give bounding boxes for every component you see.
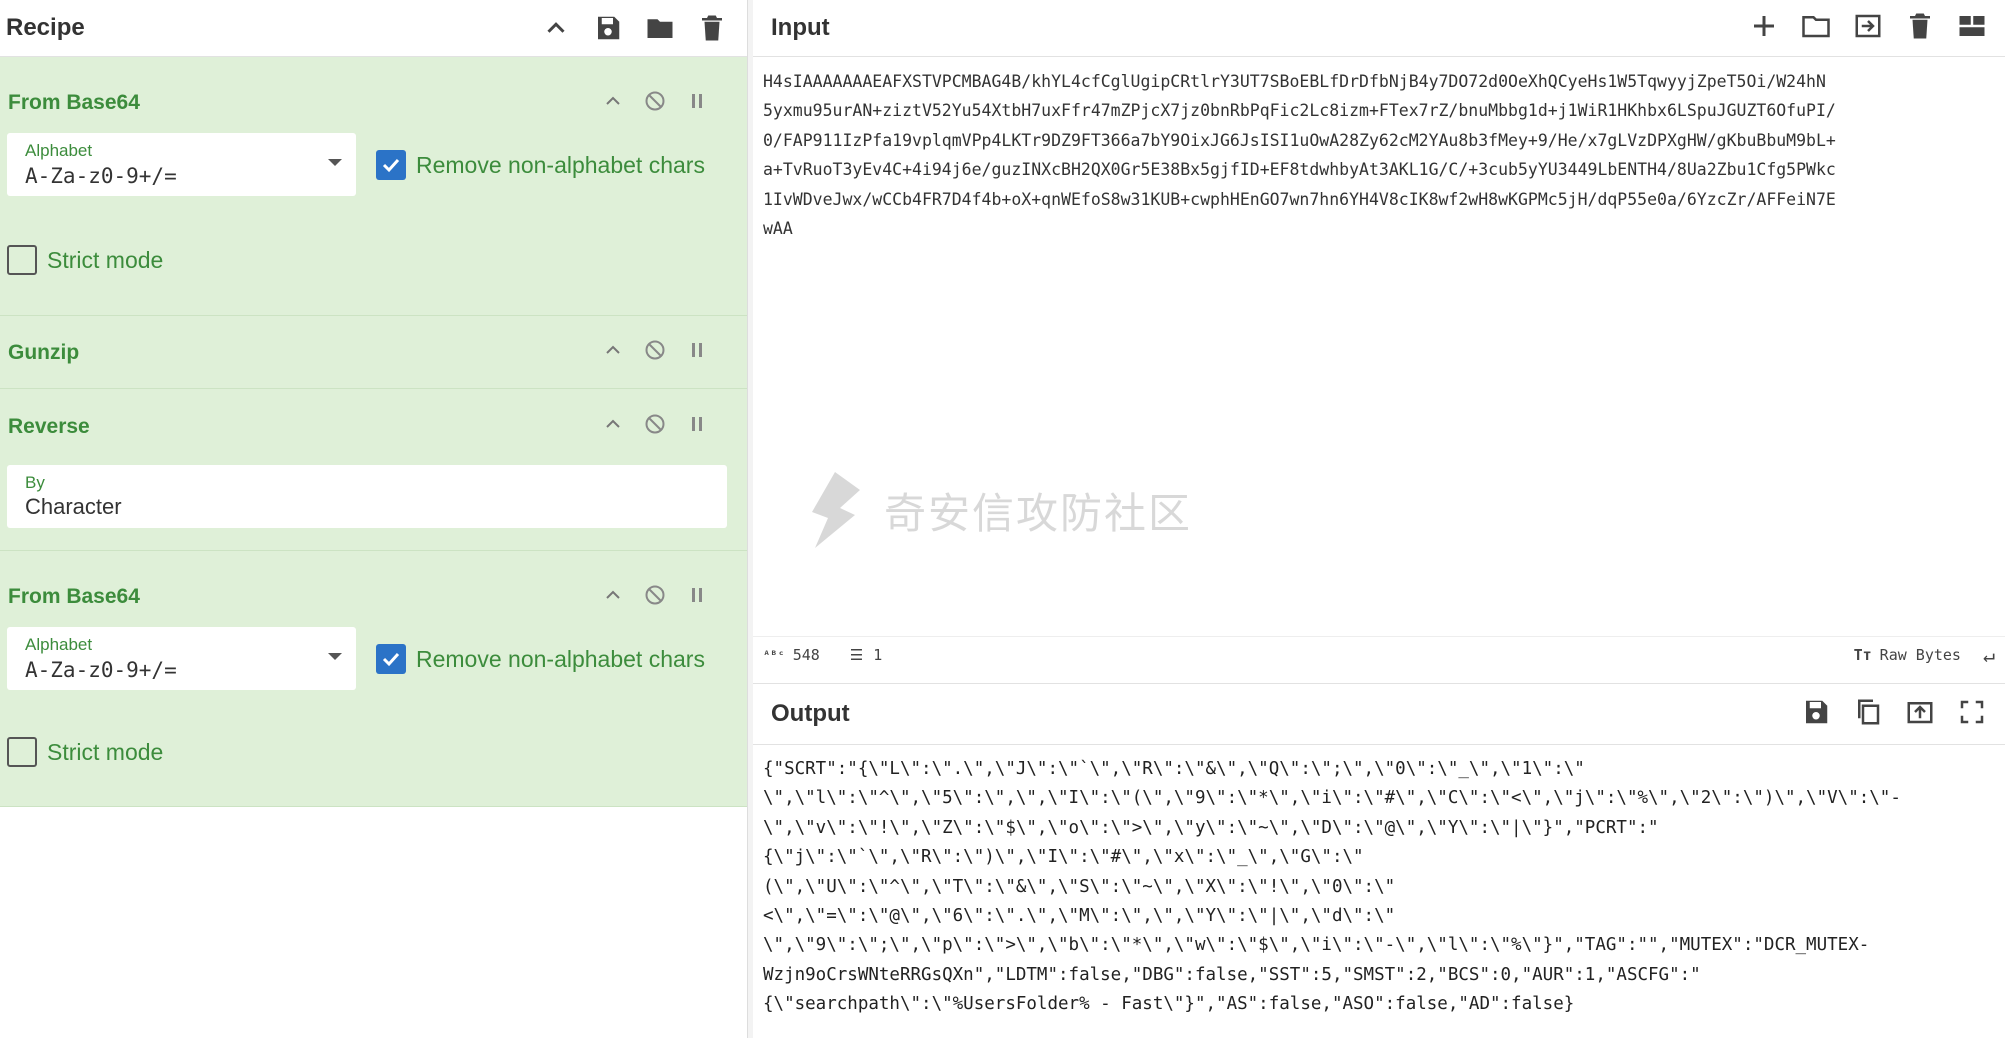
- replace-input-icon[interactable]: [1905, 697, 1935, 732]
- by-value: Character: [25, 494, 122, 519]
- alphabet-value: A-Za-z0-9+/=: [25, 164, 177, 188]
- text-encoding-icon[interactable]: Tт: [1854, 646, 1872, 664]
- maximise-output-icon[interactable]: [1957, 697, 1987, 732]
- remove-non-alphabet-label: Remove non-alphabet chars: [416, 151, 705, 178]
- lines-icon: ☰: [849, 645, 864, 664]
- output-title: Output: [771, 700, 850, 727]
- input-textarea[interactable]: H4sIAAAAAAAEAFXSTVPCMBAG4B/khYL4cfCglUgi…: [753, 57, 2005, 635]
- checkbox-checked-icon[interactable]: [376, 644, 406, 674]
- chevron-down-icon: [328, 159, 342, 166]
- end-of-line-icon[interactable]: ↵: [1983, 643, 1995, 667]
- by-label: By: [25, 473, 45, 492]
- clear-input-trash-icon[interactable]: [1905, 11, 1935, 46]
- operation-reverse[interactable]: Reverse By Character: [0, 389, 747, 551]
- line-count: 1: [873, 645, 883, 664]
- add-input-plus-icon[interactable]: [1749, 11, 1779, 46]
- pause-icon[interactable]: [685, 89, 709, 118]
- open-folder-icon[interactable]: [1801, 11, 1831, 46]
- strict-mode-toggle[interactable]: Strict mode: [7, 737, 163, 767]
- abc-icon: ᴬᴮᶜ: [763, 647, 785, 662]
- strict-mode-label: Strict mode: [47, 738, 164, 765]
- checkbox-unchecked-icon[interactable]: [7, 245, 37, 275]
- output-header: Output: [753, 683, 2005, 745]
- disable-icon[interactable]: [643, 583, 667, 612]
- pause-icon[interactable]: [685, 412, 709, 441]
- alphabet-select[interactable]: Alphabet A-Za-z0-9+/=: [7, 627, 356, 690]
- save-recipe-icon[interactable]: [593, 13, 623, 43]
- operation-from-base64-2[interactable]: From Base64 Alphabet A-Za-z0-9+/= Remove…: [0, 551, 747, 807]
- operation-from-base64-1[interactable]: From Base64 Alphabet A-Za-z0-9+/= Remove…: [0, 57, 747, 316]
- remove-non-alphabet-toggle[interactable]: Remove non-alphabet chars: [376, 644, 705, 674]
- operation-name: From Base64: [8, 91, 140, 114]
- disable-icon[interactable]: [643, 338, 667, 367]
- open-file-icon[interactable]: [1853, 11, 1883, 46]
- operation-name: From Base64: [8, 585, 140, 608]
- pause-icon[interactable]: [685, 338, 709, 367]
- chevron-up-icon[interactable]: [601, 583, 625, 612]
- input-title: Input: [771, 14, 830, 41]
- alphabet-value: A-Za-z0-9+/=: [25, 658, 177, 682]
- recipe-panel: Recipe From Base64 Alphabet A-Za-z0-9+/=…: [0, 0, 748, 1038]
- strict-mode-toggle[interactable]: Strict mode: [7, 245, 163, 275]
- alphabet-label: Alphabet: [25, 141, 93, 160]
- output-textarea[interactable]: {"SCRT":"{\"L\":\".\",\"J\":\"`\",\"R\":…: [753, 755, 2005, 1038]
- chevron-up-icon[interactable]: [601, 338, 625, 367]
- strict-mode-label: Strict mode: [47, 246, 164, 273]
- by-select[interactable]: By Character: [7, 465, 727, 528]
- disable-icon[interactable]: [643, 412, 667, 441]
- load-recipe-folder-icon[interactable]: [645, 13, 675, 43]
- raw-bytes-label[interactable]: Raw Bytes: [1880, 646, 1961, 664]
- alphabet-label: Alphabet: [25, 635, 93, 654]
- chevron-up-icon[interactable]: [601, 412, 625, 441]
- clear-recipe-trash-icon[interactable]: [697, 13, 727, 43]
- operation-name: Gunzip: [8, 340, 80, 364]
- checkbox-unchecked-icon[interactable]: [7, 737, 37, 767]
- save-output-icon[interactable]: [1801, 697, 1831, 732]
- alphabet-select[interactable]: Alphabet A-Za-z0-9+/=: [7, 133, 356, 196]
- input-status-bar: ᴬᴮᶜ 548 ☰ 1 Tт Raw Bytes ↵: [753, 636, 2005, 672]
- recipe-header: Recipe: [0, 0, 747, 57]
- remove-non-alphabet-label: Remove non-alphabet chars: [416, 645, 705, 672]
- operation-name: Reverse: [8, 414, 90, 438]
- chevron-down-icon: [328, 653, 342, 660]
- app-root: Recipe From Base64 Alphabet A-Za-z0-9+/=…: [0, 0, 2005, 1038]
- remove-non-alphabet-toggle[interactable]: Remove non-alphabet chars: [376, 150, 705, 180]
- pause-icon[interactable]: [685, 583, 709, 612]
- input-header: Input: [753, 0, 2005, 57]
- layout-icon[interactable]: [1957, 11, 1987, 46]
- collapse-all-icon[interactable]: [541, 13, 571, 43]
- chevron-up-icon[interactable]: [601, 89, 625, 118]
- copy-output-icon[interactable]: [1853, 697, 1883, 732]
- disable-icon[interactable]: [643, 89, 667, 118]
- checkbox-checked-icon[interactable]: [376, 150, 406, 180]
- operation-gunzip[interactable]: Gunzip: [0, 316, 747, 389]
- char-count: 548: [792, 645, 820, 664]
- recipe-title: Recipe: [6, 14, 85, 41]
- io-panel: Input H4sIAAAAAAAEAFXSTVPCMBAG4B/khYL4cf…: [753, 0, 2005, 1038]
